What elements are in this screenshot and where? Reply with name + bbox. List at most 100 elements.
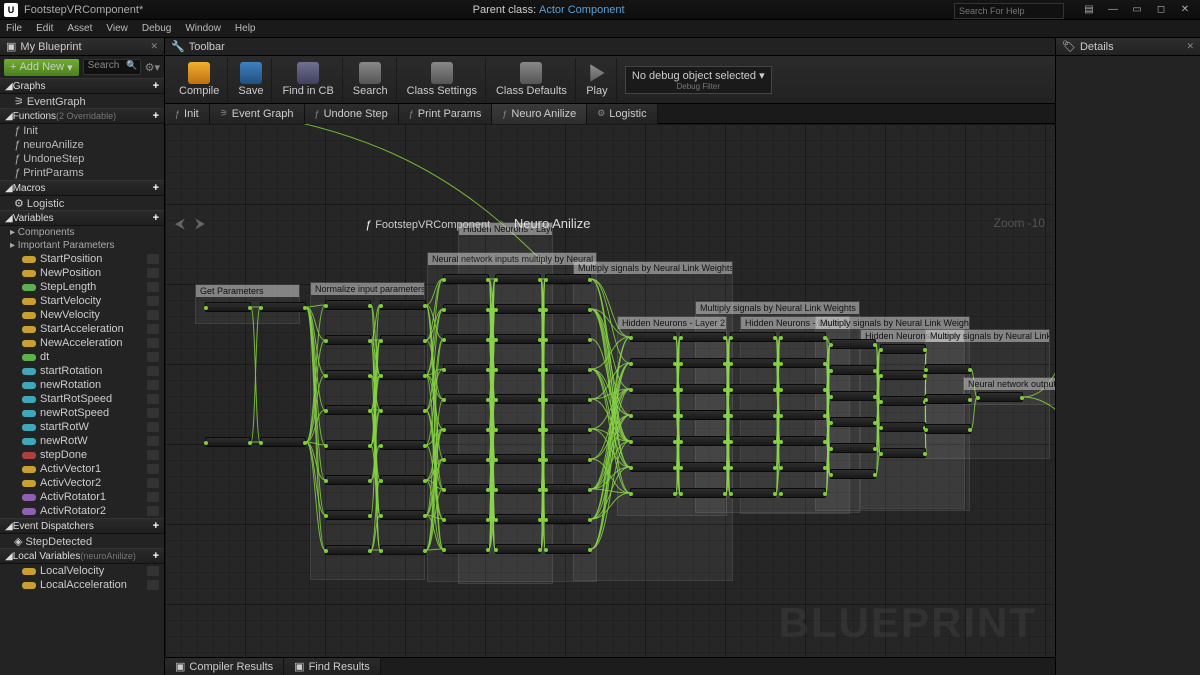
graph-node[interactable] xyxy=(495,394,541,404)
graph-node[interactable] xyxy=(260,302,306,312)
graph-node[interactable] xyxy=(380,510,426,520)
tree-item[interactable]: startRotation xyxy=(0,364,164,378)
nav-back-icon[interactable]: ⮜ xyxy=(175,215,185,232)
graph-node[interactable] xyxy=(443,424,489,434)
graph-node[interactable] xyxy=(443,334,489,344)
help-search-input[interactable] xyxy=(954,3,1064,19)
visibility-icon[interactable] xyxy=(147,324,159,334)
graph-tab[interactable]: ƒUndone Step xyxy=(305,104,399,124)
visibility-icon[interactable] xyxy=(147,394,159,404)
add-icon[interactable]: + xyxy=(153,80,159,92)
graph-node[interactable] xyxy=(730,358,776,368)
graph-node[interactable] xyxy=(630,384,676,394)
graph-node[interactable] xyxy=(730,462,776,472)
graph-node[interactable] xyxy=(380,475,426,485)
visibility-icon[interactable] xyxy=(147,296,159,306)
graph-node[interactable] xyxy=(443,364,489,374)
add-icon[interactable]: + xyxy=(153,550,159,562)
tree-item[interactable]: ActivRotator2 xyxy=(0,504,164,518)
graph-node[interactable] xyxy=(545,544,591,554)
graph-node[interactable] xyxy=(205,437,251,447)
graph-node[interactable] xyxy=(545,274,591,284)
graph-node[interactable] xyxy=(880,422,926,432)
add-icon[interactable]: + xyxy=(153,110,159,122)
graph-node[interactable] xyxy=(780,488,826,498)
visibility-icon[interactable] xyxy=(147,422,159,432)
graph-node[interactable] xyxy=(977,392,1023,402)
graph-node[interactable] xyxy=(730,488,776,498)
graph-node[interactable] xyxy=(545,304,591,314)
graph-node[interactable] xyxy=(325,335,371,345)
tree-item[interactable]: StartPosition xyxy=(0,252,164,266)
graph-node[interactable] xyxy=(495,544,541,554)
tree-item[interactable]: Init xyxy=(0,124,164,138)
graph-node[interactable] xyxy=(545,364,591,374)
add-icon[interactable]: + xyxy=(153,212,159,224)
graph-node[interactable] xyxy=(680,358,726,368)
graph-node[interactable] xyxy=(380,300,426,310)
add-icon[interactable]: + xyxy=(153,520,159,532)
graph-node[interactable] xyxy=(630,462,676,472)
menu-debug[interactable]: Debug xyxy=(142,23,171,34)
visibility-icon[interactable] xyxy=(147,580,159,590)
graph-node[interactable] xyxy=(325,300,371,310)
class-defaults-button[interactable]: Class Defaults xyxy=(488,58,576,102)
var-group[interactable]: ▸ Components xyxy=(0,226,164,239)
window-maximize-icon[interactable]: ◻ xyxy=(1150,3,1172,17)
graph-node[interactable] xyxy=(830,365,876,375)
tree-item[interactable]: newRotSpeed xyxy=(0,406,164,420)
tree-item[interactable]: ⚙ Logistic xyxy=(0,196,164,210)
graph-node[interactable] xyxy=(780,410,826,420)
tree-item[interactable]: ◈ StepDetected xyxy=(0,534,164,548)
visibility-icon[interactable] xyxy=(147,310,159,320)
visibility-icon[interactable] xyxy=(147,352,159,362)
tree-item[interactable]: dt xyxy=(0,350,164,364)
graph-node[interactable] xyxy=(880,448,926,458)
breadcrumb-root[interactable]: ƒFootstepVRComponent xyxy=(365,216,490,231)
visibility-icon[interactable] xyxy=(147,268,159,278)
compile-button[interactable]: Compile xyxy=(171,58,228,102)
tree-item[interactable]: StartRotSpeed xyxy=(0,392,164,406)
graph-tab[interactable]: ƒInit xyxy=(165,104,210,124)
tree-item[interactable]: stepDone xyxy=(0,448,164,462)
visibility-icon[interactable] xyxy=(147,338,159,348)
tree-item[interactable]: ActivVector2 xyxy=(0,476,164,490)
graph-node[interactable] xyxy=(325,440,371,450)
graph-node[interactable] xyxy=(780,332,826,342)
menu-file[interactable]: File xyxy=(6,23,22,34)
close-tab-icon[interactable]: ✕ xyxy=(150,41,158,52)
graph-node[interactable] xyxy=(830,391,876,401)
graph-node[interactable] xyxy=(545,484,591,494)
visibility-icon[interactable] xyxy=(147,366,159,376)
visibility-icon[interactable] xyxy=(147,464,159,474)
toolbar-tab[interactable]: 🔧 Toolbar xyxy=(165,38,1055,56)
tree-item[interactable]: newRotation xyxy=(0,378,164,392)
graph-node[interactable] xyxy=(545,454,591,464)
my-blueprint-tab[interactable]: ▣ My Blueprint ✕ xyxy=(0,38,164,56)
graph-node[interactable] xyxy=(495,274,541,284)
window-minimize-icon[interactable]: — xyxy=(1102,3,1124,17)
graph-node[interactable] xyxy=(630,332,676,342)
graph-node[interactable] xyxy=(495,334,541,344)
graph-node[interactable] xyxy=(495,484,541,494)
tree-item[interactable]: startRotW xyxy=(0,420,164,434)
graph-node[interactable] xyxy=(780,384,826,394)
nav-fwd-icon[interactable]: ⮞ xyxy=(195,215,205,232)
graph-node[interactable] xyxy=(780,462,826,472)
search-button[interactable]: Search xyxy=(345,58,397,102)
graph-node[interactable] xyxy=(925,424,971,434)
section-graphs[interactable]: ◢Graphs+ xyxy=(0,78,164,94)
tree-item[interactable]: neuroAnilize xyxy=(0,138,164,152)
graph-node[interactable] xyxy=(880,344,926,354)
tree-item[interactable]: StartVelocity xyxy=(0,294,164,308)
graph-node[interactable] xyxy=(443,274,489,284)
graph-node[interactable] xyxy=(380,370,426,380)
graph-node[interactable] xyxy=(830,469,876,479)
bottom-tab[interactable]: ▣Find Results xyxy=(284,658,381,675)
tree-item[interactable]: ActivVector1 xyxy=(0,462,164,476)
graph-tab[interactable]: ⚞Event Graph xyxy=(210,104,305,124)
tree-item[interactable]: NewAcceleration xyxy=(0,336,164,350)
window-cascade-icon[interactable]: ▤ xyxy=(1078,3,1100,17)
visibility-icon[interactable] xyxy=(147,506,159,516)
graph-node[interactable] xyxy=(830,417,876,427)
